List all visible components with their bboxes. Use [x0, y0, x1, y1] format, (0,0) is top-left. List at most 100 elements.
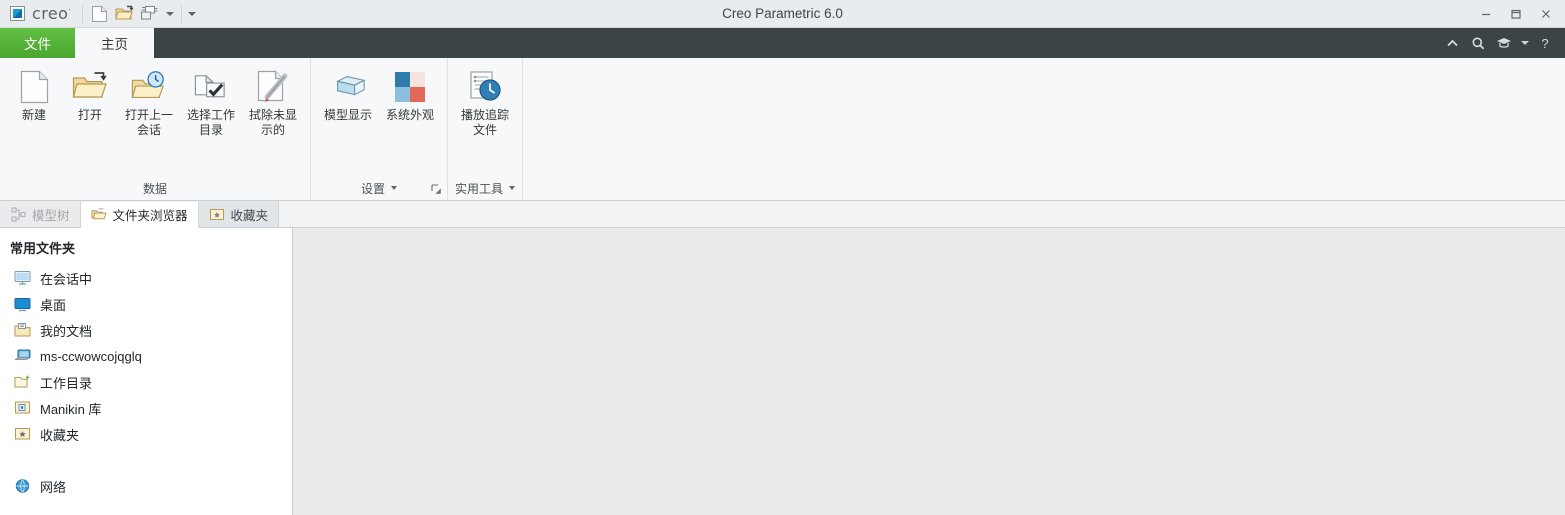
new-file-icon [16, 69, 52, 105]
open-last-session-icon [131, 69, 167, 105]
open-last-session-button[interactable]: 打开上一会话 [118, 66, 180, 150]
help-icon[interactable]: ? [1533, 31, 1557, 55]
quick-access-toolbar [83, 0, 205, 27]
maximize-button[interactable] [1501, 1, 1531, 27]
svg-text:?: ? [1541, 36, 1548, 51]
creo-parametric-window: creo· Creo Parametric 6.0 文件 主页 ? 新建 打开 … [0, 0, 1565, 515]
window-title: Creo Parametric 6.0 [722, 6, 843, 21]
list-item-my-documents[interactable]: 我的文档 [0, 317, 292, 343]
creo-logo[interactable]: creo· [0, 0, 82, 27]
ribbon-group-utilities: 播放追踪文件 实用工具 [447, 58, 522, 200]
list-item-computer[interactable]: ms-ccwowcojqglq [0, 343, 292, 369]
ribbon-tab-strip: 文件 主页 ? [0, 28, 1565, 58]
list-item-network[interactable]: 网络 [0, 473, 292, 499]
system-appearance-label: 系统外观 [385, 108, 434, 122]
creo-logo-icon [10, 6, 25, 21]
ribbon: 新建 打开 打开上一会话 选择工作目录 拭除未显示的 数据 模型显示 系统外观 … [0, 58, 1565, 201]
erase-not-displayed-icon [255, 69, 291, 105]
list-item-label: 我的文档 [40, 323, 93, 339]
creo-wordmark: creo· [32, 4, 72, 23]
navigator-tab-bar: 模型树 文件夹浏览器 收藏夹 [0, 201, 1565, 228]
ribbon-group-data: 新建 打开 打开上一会话 选择工作目录 拭除未显示的 数据 [0, 58, 310, 200]
list-item-in-session[interactable]: 在会话中 [0, 265, 292, 291]
tab-model-tree[interactable]: 模型树 [0, 201, 81, 227]
select-working-dir-label: 选择工作目录 [186, 108, 235, 137]
tab-folder-browser[interactable]: 文件夹浏览器 [80, 202, 199, 228]
navigator-section-header: 常用文件夹 [10, 241, 76, 256]
new-button-label: 新建 [21, 108, 46, 122]
list-item-label: 桌面 [40, 297, 67, 313]
window-controls [1471, 1, 1565, 27]
qat-item-dropdown-icon[interactable] [164, 4, 177, 24]
favorites-folder-icon [14, 426, 31, 443]
qat-divider-2 [180, 4, 182, 23]
manikin-library-icon [14, 400, 31, 417]
open-last-session-label: 打开上一会话 [124, 108, 173, 137]
model-display-button[interactable]: 模型显示 [317, 66, 379, 150]
navigator-panel: 常用文件夹 在会话中 桌面 我的文档 ms-ccwowcojqglq 工作目录 … [0, 228, 293, 515]
list-item-favorites[interactable]: 收藏夹 [0, 421, 292, 447]
my-documents-icon [14, 322, 31, 339]
navigator-spacer [0, 447, 292, 473]
model-tree-icon [10, 206, 26, 222]
search-icon[interactable] [1466, 31, 1490, 55]
favorites-icon [209, 206, 225, 222]
tab-model-tree-label: 模型树 [32, 208, 70, 223]
collapse-ribbon-icon[interactable] [1440, 31, 1464, 55]
network-globe-icon [14, 478, 31, 495]
list-item-working-directory[interactable]: 工作目录 [0, 369, 292, 395]
desktop-icon [14, 296, 31, 313]
open-button[interactable]: 打开 [62, 66, 118, 150]
chevron-down-icon [391, 186, 397, 190]
ribbon-group-settings: 模型显示 系统外观 设置 [310, 58, 447, 200]
tab-favorites-label: 收藏夹 [230, 208, 269, 223]
main-body: 常用文件夹 在会话中 桌面 我的文档 ms-ccwowcojqglq 工作目录 … [0, 228, 1565, 515]
open-folder-icon[interactable] [114, 4, 135, 24]
list-item-label: 在会话中 [40, 271, 93, 287]
erase-not-displayed-label: 拭除未显示的 [248, 108, 297, 137]
close-button[interactable] [1531, 1, 1561, 27]
learning-icon[interactable] [1492, 31, 1516, 55]
tab-home[interactable]: 主页 [75, 28, 154, 58]
learning-dropdown-icon[interactable] [1518, 31, 1531, 55]
tab-favorites[interactable]: 收藏夹 [198, 201, 280, 227]
minimize-button[interactable] [1471, 1, 1501, 27]
system-appearance-icon [392, 69, 428, 105]
new-button[interactable]: 新建 [6, 66, 62, 150]
ribbon-group-utilities-label[interactable]: 实用工具 [448, 180, 522, 200]
ribbon-group-data-label: 数据 [142, 181, 167, 196]
tab-folder-browser-label: 文件夹浏览器 [112, 209, 188, 223]
play-trail-file-button[interactable]: 播放追踪文件 [454, 66, 516, 150]
title-bar: creo· Creo Parametric 6.0 [0, 0, 1565, 28]
settings-dialog-launcher-icon[interactable] [429, 182, 443, 196]
open-button-label: 打开 [77, 108, 102, 122]
folder-browser-icon [90, 207, 107, 223]
model-display-label: 模型显示 [323, 108, 372, 122]
list-item-label: Manikin 库 [40, 401, 102, 417]
select-working-dir-icon [193, 69, 229, 105]
list-item-label: ms-ccwowcojqglq [40, 348, 142, 364]
play-trail-file-icon [467, 69, 503, 105]
window-cascade-icon[interactable] [139, 4, 160, 24]
erase-not-displayed-button[interactable]: 拭除未显示的 [242, 66, 304, 150]
list-item-label: 网络 [40, 479, 67, 495]
new-document-icon[interactable] [89, 4, 110, 24]
working-dir-icon [14, 374, 31, 391]
system-appearance-button[interactable]: 系统外观 [379, 66, 441, 150]
computer-icon [14, 348, 31, 365]
in-session-icon [14, 270, 31, 287]
tab-file[interactable]: 文件 [0, 28, 75, 58]
play-trail-file-label: 播放追踪文件 [460, 108, 509, 137]
qat-customize-dropdown-icon[interactable] [186, 4, 199, 24]
chevron-down-icon [509, 186, 515, 190]
open-file-icon [72, 69, 108, 105]
select-working-directory-button[interactable]: 选择工作目录 [180, 66, 242, 150]
list-item-label: 工作目录 [40, 375, 93, 391]
ribbon-group-settings-label[interactable]: 设置 [311, 180, 447, 200]
ribbon-right-tools: ? [1440, 28, 1565, 58]
list-item-desktop[interactable]: 桌面 [0, 291, 292, 317]
ribbon-empty-area [522, 58, 1565, 200]
list-item-label: 收藏夹 [40, 427, 80, 443]
graphics-work-area[interactable] [293, 228, 1565, 515]
list-item-manikin-library[interactable]: Manikin 库 [0, 395, 292, 421]
